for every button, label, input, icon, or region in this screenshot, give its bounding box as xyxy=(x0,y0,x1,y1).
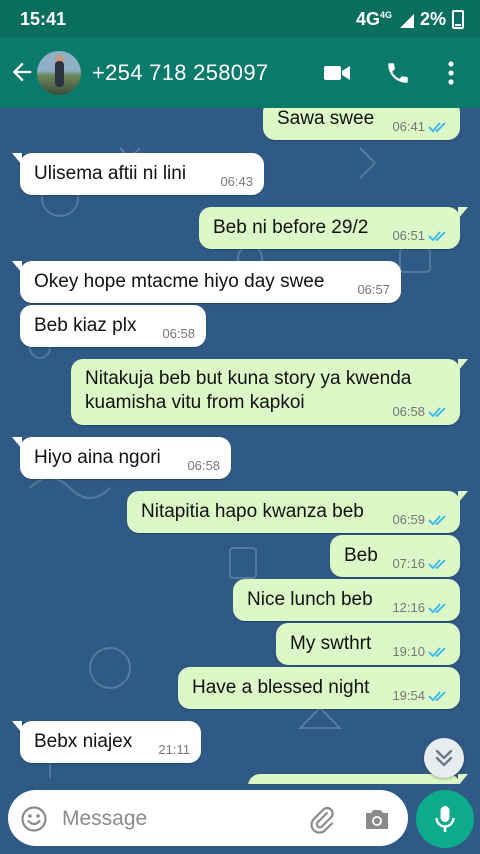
message-meta: 06:58 xyxy=(392,404,448,419)
message-meta: 06:41 xyxy=(392,119,448,134)
scroll-to-bottom-button[interactable] xyxy=(424,738,464,778)
message-text: Beb ni before 29/2 xyxy=(213,217,369,238)
back-arrow-icon[interactable] xyxy=(8,58,36,86)
contact-name[interactable]: +254 718 258097 xyxy=(92,60,268,86)
read-ticks-icon xyxy=(428,646,446,657)
signal-icon xyxy=(398,12,414,28)
message-time: 19:54 xyxy=(392,688,425,703)
message-time: 06:41 xyxy=(392,119,425,134)
camera-icon[interactable] xyxy=(363,806,391,832)
message-bubble-outgoing[interactable]: Beb ni before 29/2 06:51 xyxy=(199,207,468,249)
message-bubble-outgoing[interactable]: Nitapitia hapo kwanza beb 06:59 xyxy=(127,491,468,533)
message-text: Ulisema aftii ni lini xyxy=(34,163,187,184)
message-input[interactable]: Message xyxy=(8,790,408,846)
message-meta: 06:51 xyxy=(392,228,448,243)
status-time: 15:41 xyxy=(20,9,67,29)
message-text: My swthrt xyxy=(290,633,372,654)
read-ticks-icon xyxy=(428,690,446,701)
more-options-icon[interactable] xyxy=(436,60,466,86)
message-meta: 07:16 xyxy=(392,556,448,571)
message-meta: 19:10 xyxy=(392,644,448,659)
message-time: 19:10 xyxy=(392,644,425,659)
message-time: 06:58 xyxy=(162,326,195,341)
message-text-line-2: kuamisha vitu from kapkoi xyxy=(85,392,305,413)
battery-percent: 2% xyxy=(419,9,446,29)
message-text: Beb kiaz plx xyxy=(34,315,137,336)
read-ticks-icon xyxy=(428,602,446,613)
video-call-icon[interactable] xyxy=(322,60,352,86)
message-text: Okey hope mtacme hiyo day swee xyxy=(34,271,325,292)
attach-paperclip-icon[interactable] xyxy=(306,804,336,834)
microphone-icon xyxy=(435,806,455,832)
message-time: 06:58 xyxy=(187,458,220,473)
message-bubble-outgoing[interactable]: My swthrt 19:10 xyxy=(276,623,460,665)
message-meta: 12:16 xyxy=(392,600,448,615)
read-ticks-icon xyxy=(428,514,446,525)
message-bubble-outgoing[interactable]: Nice lunch beb 12:16 xyxy=(233,579,460,621)
compose-bar: Message xyxy=(0,784,480,854)
message-bubble-incoming[interactable]: Okey hope mtacme hiyo day swee 06:57 xyxy=(12,261,401,303)
message-bubble-outgoing[interactable]: Nitakuja beb but kuna story ya kwenda ku… xyxy=(71,359,468,425)
message-meta: 19:54 xyxy=(392,688,448,703)
battery-icon xyxy=(452,10,464,29)
message-bubble-outgoing[interactable]: Sawa swee 06:41 xyxy=(263,108,460,140)
status-bar: 15:41 4G4G 2% xyxy=(0,0,480,38)
status-indicators: 4G4G 2% xyxy=(356,9,464,30)
message-time: 06:57 xyxy=(357,282,390,297)
avatar[interactable] xyxy=(37,51,81,95)
message-text: Nitapitia hapo kwanza beb xyxy=(141,501,364,522)
message-time: 06:59 xyxy=(392,512,425,527)
message-meta: 06:59 xyxy=(392,512,448,527)
voice-record-button[interactable] xyxy=(416,790,474,848)
message-text: Sawa swee xyxy=(277,108,375,129)
chat-area[interactable]: Sawa swee 06:41 Ulisema aftii ni lini 06… xyxy=(0,108,480,784)
message-text: Have a blessed night xyxy=(192,677,370,698)
message-bubble-incoming[interactable]: Ulisema aftii ni lini 06:43 xyxy=(12,153,264,195)
message-time: 21:11 xyxy=(158,742,190,757)
message-bubble-incoming[interactable]: Hiyo aina ngori 06:58 xyxy=(12,437,231,479)
message-text: Beb xyxy=(344,545,378,566)
network-type: 4G4G xyxy=(355,9,392,29)
message-time: 12:16 xyxy=(392,600,425,615)
chat-header: +254 718 258097 xyxy=(0,38,480,108)
message-text: Nice lunch beb xyxy=(247,589,373,610)
message-text-line-1: Nitakuja beb but kuna story ya kwenda xyxy=(85,368,412,389)
read-ticks-icon xyxy=(428,406,446,417)
message-bubble-outgoing[interactable]: Have a blessed night 19:54 xyxy=(178,667,460,709)
message-time: 06:43 xyxy=(220,174,253,189)
message-bubble-outgoing[interactable]: Beb 07:16 xyxy=(330,535,460,577)
read-ticks-icon xyxy=(428,121,446,132)
message-bubble-incoming[interactable]: Beb kiaz plx 06:58 xyxy=(20,305,206,347)
read-ticks-icon xyxy=(428,230,446,241)
message-time: 06:51 xyxy=(392,228,425,243)
double-chevron-down-icon xyxy=(435,749,453,767)
phone-call-icon[interactable] xyxy=(383,60,413,86)
message-text: Hiyo aina ngori xyxy=(34,447,161,468)
read-ticks-icon xyxy=(428,558,446,569)
message-time: 06:58 xyxy=(392,404,425,419)
message-bubble-incoming[interactable]: Bebx niajex 21:11 xyxy=(12,721,201,763)
emoji-icon[interactable] xyxy=(20,805,48,833)
message-time: 07:16 xyxy=(392,556,425,571)
message-placeholder: Message xyxy=(62,807,148,830)
message-text: Bebx niajex xyxy=(34,731,133,752)
